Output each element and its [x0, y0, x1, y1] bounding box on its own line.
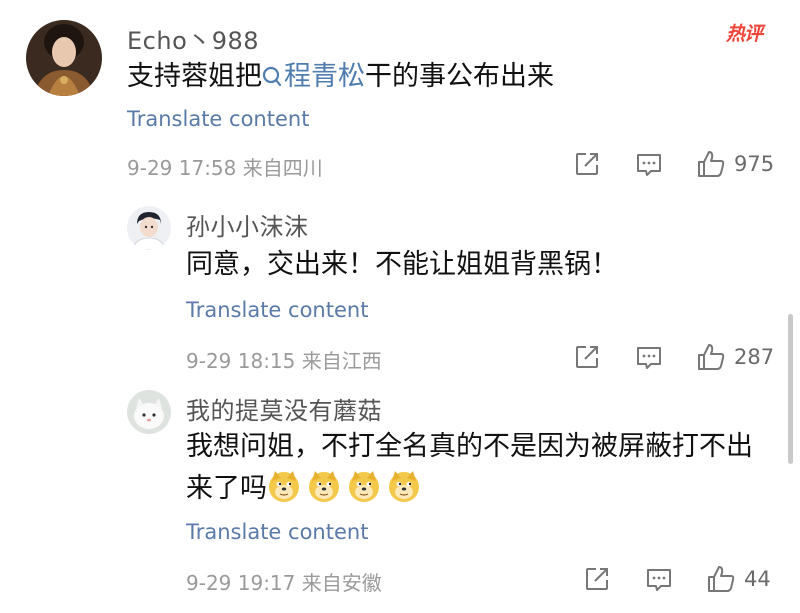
translate-link[interactable]: Translate content — [186, 520, 368, 544]
like-button[interactable]: 287 — [696, 342, 774, 372]
thumbs-up-icon — [698, 344, 725, 370]
comment-icon — [637, 154, 661, 176]
avatar[interactable] — [26, 20, 102, 96]
search-icon — [262, 66, 282, 87]
mention-link[interactable]: 程青松 — [262, 61, 365, 92]
username[interactable]: 孙小小沫沫 — [186, 207, 309, 242]
share-icon — [576, 153, 598, 175]
like-button[interactable]: 44 — [706, 564, 771, 594]
doge-emoji — [267, 469, 301, 503]
comment-button[interactable] — [645, 567, 673, 593]
thumbs-up-icon — [698, 151, 725, 177]
like-count: 287 — [734, 345, 775, 369]
translate-link[interactable]: Translate content — [127, 107, 309, 131]
doge-emoji — [307, 469, 341, 503]
thumbs-up-icon — [708, 566, 735, 592]
hot-comment-badge: 热评 — [726, 23, 763, 45]
avatar[interactable] — [127, 390, 171, 434]
scrollbar[interactable] — [788, 314, 793, 464]
username[interactable]: 我的提莫没有蘑菇 — [186, 391, 382, 426]
username[interactable]: Echo丶988 — [127, 21, 259, 56]
doge-emoji — [387, 469, 421, 503]
comment-button[interactable] — [635, 345, 663, 371]
share-button[interactable] — [574, 344, 600, 370]
avatar[interactable] — [127, 206, 171, 250]
comment-button[interactable] — [635, 152, 663, 178]
comment-text: 我想问姐，不打全名真的不是因为被屏蔽打不出 来了吗 — [186, 431, 753, 504]
comment-icon — [647, 569, 671, 591]
comment-meta: 9-29 19:17 来自安徽 — [186, 571, 382, 595]
share-button[interactable] — [584, 566, 610, 592]
like-button[interactable]: 975 — [696, 149, 774, 179]
share-button[interactable] — [574, 151, 600, 177]
comment-meta: 9-29 18:15 来自江西 — [186, 349, 382, 373]
comment-icon — [637, 347, 661, 369]
comment-text: 同意，交出来！不能让姐姐背黑锅！ — [186, 249, 618, 280]
like-count: 44 — [744, 567, 771, 591]
share-icon — [586, 568, 608, 590]
translate-link[interactable]: Translate content — [186, 298, 368, 322]
doge-emoji — [347, 469, 381, 503]
like-count: 975 — [734, 152, 775, 176]
comment-text: 支持蓉姐把 程青松干的事公布出来 — [127, 61, 554, 92]
comment-meta: 9-29 17:58 来自四川 — [127, 156, 323, 180]
share-icon — [576, 346, 598, 368]
